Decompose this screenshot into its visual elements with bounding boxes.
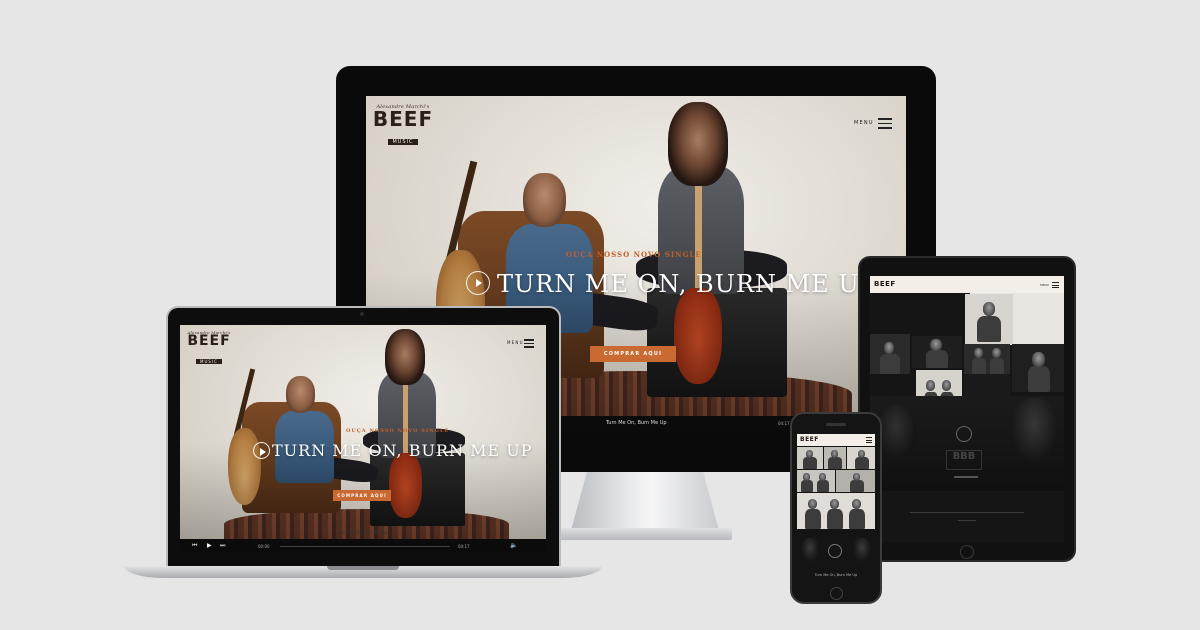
tablet-screen: BEEF MENU BBB — [870, 276, 1064, 542]
gallery-photo[interactable] — [965, 294, 1013, 344]
desktop-menu-label[interactable]: MENU — [854, 120, 874, 126]
gallery-photo[interactable] — [824, 447, 846, 469]
gallery-photo[interactable] — [1012, 344, 1064, 392]
laptop-logo[interactable]: Alexandre Marchi's BEEF MUSIC — [186, 330, 232, 367]
phone-home-button[interactable] — [830, 587, 843, 600]
tablet-menu-label[interactable]: MENU — [1040, 283, 1049, 287]
laptop-camera — [360, 312, 364, 316]
next-icon[interactable]: ⏭ — [220, 542, 225, 550]
volume-icon[interactable]: 🔈 — [510, 542, 517, 549]
logo-main: BEEF — [187, 333, 231, 349]
laptop-buy-button[interactable]: COMPRAR AQUI — [333, 490, 391, 501]
gallery-photo[interactable] — [797, 493, 875, 529]
gallery-photo[interactable] — [964, 374, 1010, 396]
hamburger-icon[interactable] — [1052, 282, 1059, 291]
logo-sub: MUSIC — [196, 359, 222, 364]
phone-player-section — [797, 532, 875, 564]
play-icon[interactable] — [466, 271, 490, 295]
desktop-headline: TURN ME ON, BURN ME UP — [497, 270, 877, 298]
desktop-buy-button[interactable]: COMPRAR AQUI — [590, 346, 676, 362]
player-progress[interactable] — [280, 546, 450, 547]
play-icon[interactable] — [253, 442, 270, 459]
player-track-title: Turn Me On, Burn Me Up — [606, 420, 667, 426]
player-duration: 04:17 — [458, 544, 470, 549]
hamburger-icon[interactable] — [878, 118, 892, 132]
phone-screen: BEEF Turn Me On, Burn Me Up — [797, 434, 875, 584]
laptop-kicker: OUÇA NOSSO NOVO SINGLE — [346, 428, 450, 434]
laptop-track-caption: Turn Me On, Burn Me Up — [338, 530, 388, 535]
play-icon[interactable] — [828, 544, 842, 558]
tablet-header — [870, 276, 1064, 293]
imac-stand-foot — [560, 528, 732, 540]
gallery-photo[interactable] — [847, 447, 875, 469]
hamburger-icon[interactable] — [524, 339, 534, 351]
phone-track-title: Turn Me On, Burn Me Up — [814, 573, 858, 577]
imac-stand-neck — [570, 468, 720, 534]
play-icon[interactable]: ▶ — [207, 542, 212, 549]
phone-speaker — [826, 423, 846, 426]
gallery-photo[interactable] — [836, 470, 875, 492]
play-icon[interactable] — [956, 426, 972, 442]
laptop-headline: TURN ME ON, BURN ME UP — [272, 441, 533, 460]
laptop-player-bar: ⏮ ▶ ⏭ 00:00 04:17 🔈 — [180, 539, 546, 553]
player-duration: 04:17 — [778, 421, 790, 426]
hamburger-icon[interactable] — [866, 437, 872, 446]
player-elapsed: 00:00 — [258, 544, 270, 549]
gallery-photo[interactable] — [797, 470, 835, 492]
logo-main: BEEF — [372, 107, 434, 131]
footer-line — [910, 512, 1024, 513]
logo-watermark: BBB — [946, 450, 982, 470]
desktop-logo[interactable]: Alexandre Marchi's BEEF MUSIC — [372, 104, 434, 147]
gallery-photo[interactable] — [964, 344, 1010, 374]
desktop-kicker: OUÇA NOSSO NOVO SINGLE — [566, 250, 702, 259]
tablet-player-section: BBB — [870, 396, 1064, 491]
tablet-logo[interactable]: BEEF — [874, 280, 896, 288]
gallery-photo[interactable] — [912, 336, 962, 368]
laptop-notch — [327, 566, 399, 570]
social-icons[interactable] — [954, 476, 978, 478]
phone-logo[interactable]: BEEF — [800, 436, 819, 443]
footer-line — [958, 520, 976, 521]
gallery-photo[interactable] — [870, 334, 910, 374]
laptop-menu-label[interactable]: MENU — [507, 340, 524, 345]
logo-sub: MUSIC — [388, 139, 418, 145]
previous-icon[interactable]: ⏮ — [192, 542, 197, 550]
tablet-home-button[interactable] — [960, 545, 974, 559]
gallery-photo[interactable] — [797, 447, 823, 469]
